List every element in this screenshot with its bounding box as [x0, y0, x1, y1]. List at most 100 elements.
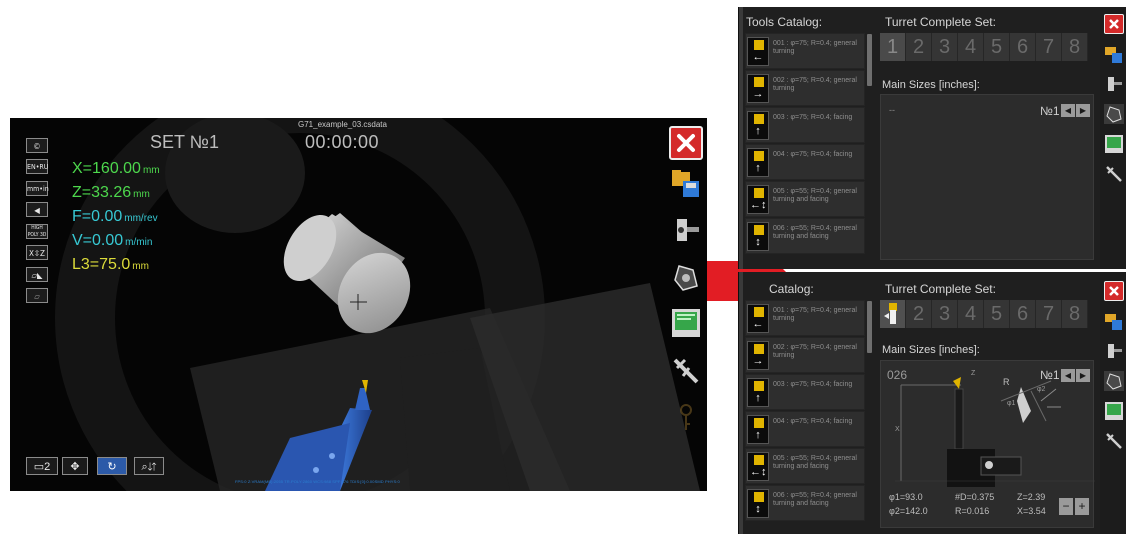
timer: 00:00:00 [305, 132, 380, 152]
tab-7[interactable]: 7 [1036, 300, 1062, 328]
window-count-button[interactable]: ▭2 [26, 457, 58, 475]
catalog-item[interactable]: ↑ 004 : φ=75; R=0.4; facing [745, 411, 865, 447]
hide-view-button[interactable]: ▱ [26, 288, 48, 303]
caliper-icon[interactable] [1104, 431, 1124, 451]
tool-vertical-arrow-icon: ↕ [747, 489, 769, 518]
folder-save-icon[interactable] [1104, 44, 1124, 64]
pan-button[interactable]: ✥ [62, 457, 88, 475]
panel-right-toolbar [1100, 7, 1126, 269]
tab-5[interactable]: 5 [984, 300, 1010, 328]
tab-4[interactable]: 4 [958, 300, 984, 328]
tab-7[interactable]: 7 [1036, 33, 1062, 61]
tool-left-icon: ← [747, 304, 769, 333]
language-toggle-button[interactable]: EN•RU [26, 159, 48, 174]
panel-right-toolbar [1100, 272, 1126, 534]
turret-tabs: 1 2 3 4 5 6 7 8 [880, 33, 1090, 61]
main-sizes-title: Main Sizes [inches]: [882, 344, 980, 356]
simulator-viewport[interactable]: G71_example_03.csdata SET №1 00:00:00 © … [10, 118, 707, 491]
plus-button[interactable]: + [1075, 498, 1089, 515]
cnc-screen-icon[interactable] [669, 306, 703, 340]
cnc-screen-icon[interactable] [1104, 401, 1124, 421]
catalog-item[interactable]: ←↕ 005 : φ=55; R=0.4; general turning an… [745, 448, 865, 484]
turret-icon[interactable] [669, 260, 703, 294]
folder-save-icon[interactable] [1104, 311, 1124, 331]
turret-title: Turret Complete Set: [885, 15, 996, 29]
axis-swap-button[interactable]: X⇳Z [26, 245, 48, 260]
prev-number-button[interactable]: ◀ [1061, 104, 1075, 117]
catalog-item[interactable]: ↑ 004 : φ=75; R=0.4; facing [745, 144, 865, 180]
tab-1-tool-icon [883, 303, 897, 324]
turret-icon[interactable] [1104, 371, 1124, 391]
tab-8[interactable]: 8 [1062, 33, 1088, 61]
turret-tabs: 2 3 4 5 6 7 8 [880, 300, 1090, 328]
tab-1[interactable] [880, 300, 906, 328]
close-icon[interactable] [1104, 281, 1124, 301]
catalog-item[interactable]: → 002 : φ=75; R=0.4; general turning [745, 70, 865, 106]
tool-vertical-arrow-icon: ↕ [747, 222, 769, 251]
tool-holder-icon[interactable] [669, 213, 703, 247]
tool-holder-icon[interactable] [1104, 341, 1124, 361]
tools-panel-bottom: Catalog: Turret Complete Set: ← 001 : φ=… [738, 272, 1126, 534]
tab-6[interactable]: 6 [1010, 300, 1036, 328]
catalog-item[interactable]: ← 001 : φ=75; R=0.4; general turning [745, 33, 865, 69]
tab-3[interactable]: 3 [932, 300, 958, 328]
tab-3[interactable]: 3 [932, 33, 958, 61]
close-icon[interactable] [669, 126, 703, 160]
main-sizes-title: Main Sizes [inches]: [882, 79, 980, 91]
caliper-icon[interactable] [669, 354, 703, 388]
sizes-placeholder: -- [889, 105, 895, 115]
catalog-item[interactable]: ←↕ 005 : φ=55; R=0.4; general turning an… [745, 181, 865, 217]
tool-number: №1 [1040, 104, 1060, 118]
close-icon[interactable] [1104, 14, 1124, 34]
minus-button[interactable]: − [1059, 498, 1073, 515]
catalog-item[interactable]: → 002 : φ=75; R=0.4; general turning [745, 337, 865, 373]
tool-holder-icon[interactable] [1104, 74, 1124, 94]
catalog-item[interactable]: ← 001 : φ=75; R=0.4; general turning [745, 300, 865, 336]
tab-4[interactable]: 4 [958, 33, 984, 61]
coord-z: Z=33.26 mm [72, 184, 150, 201]
value-phi1: φ1=93.0 [889, 492, 923, 502]
catalog-item[interactable]: ↑ 003 : φ=75; R=0.4; facing [745, 107, 865, 143]
tool-up-icon: ↑ [747, 415, 769, 444]
panel-gutter [739, 272, 743, 534]
tab-8[interactable]: 8 [1062, 300, 1088, 328]
tool-right-icon: → [747, 341, 769, 370]
catalog-item[interactable]: ↕ 006 : φ=55; R=0.4; general turning and… [745, 485, 865, 521]
catalog-item[interactable]: ↑ 003 : φ=75; R=0.4; facing [745, 374, 865, 410]
tool-length: L3=75.0 mm [72, 256, 149, 273]
tab-6[interactable]: 6 [1010, 33, 1036, 61]
caliper-icon[interactable] [1104, 164, 1124, 184]
set-label: SET №1 [150, 132, 220, 152]
tab-1[interactable]: 1 [880, 33, 906, 61]
units-toggle-button[interactable]: mm•in [26, 181, 49, 196]
poly-3d-button[interactable]: HIGH POLY 3D [26, 224, 48, 239]
catalog-item[interactable]: ↕ 006 : φ=55; R=0.4; general turning and… [745, 218, 865, 254]
copyright-button[interactable]: © [26, 138, 48, 153]
main-sizes-box: 026 №1 ◀ ▶ Z X R φ1 φ2 φ1=93.0 φ2=142.0 … [880, 360, 1095, 528]
catalog-scrollbar[interactable] [867, 301, 872, 353]
feed-rate: F=0.00 mm/rev [72, 208, 158, 225]
label-phi2: φ2 [1037, 386, 1046, 393]
sound-button[interactable]: ◀ [26, 202, 48, 217]
catalog-title: Catalog: [769, 282, 814, 296]
tab-5[interactable]: 5 [984, 33, 1010, 61]
value-d: #D=0.375 [955, 492, 995, 502]
folder-save-icon[interactable] [669, 166, 703, 200]
cnc-screen-icon[interactable] [1104, 134, 1124, 154]
label-phi1: φ1 [1007, 400, 1016, 407]
tool-double-arrow-icon: ←↕ [747, 452, 769, 481]
tab-2[interactable]: 2 [906, 33, 932, 61]
key-icon [669, 400, 703, 434]
catalog-scrollbar[interactable] [867, 34, 872, 86]
view-mode-button[interactable]: ▱◣ [26, 267, 48, 282]
label-r: R [1003, 377, 1010, 387]
rotate-button[interactable]: ↻ [97, 457, 127, 475]
value-x: X=3.54 [1017, 506, 1046, 516]
label-x: X [895, 426, 900, 433]
tool-up-icon: ↑ [747, 378, 769, 407]
zoom-button[interactable]: ⌕⇵ [134, 457, 164, 475]
main-sizes-box: -- №1 ◀ ▶ [880, 94, 1094, 260]
tab-2[interactable]: 2 [906, 300, 932, 328]
next-number-button[interactable]: ▶ [1076, 104, 1090, 117]
turret-icon[interactable] [1104, 104, 1124, 124]
